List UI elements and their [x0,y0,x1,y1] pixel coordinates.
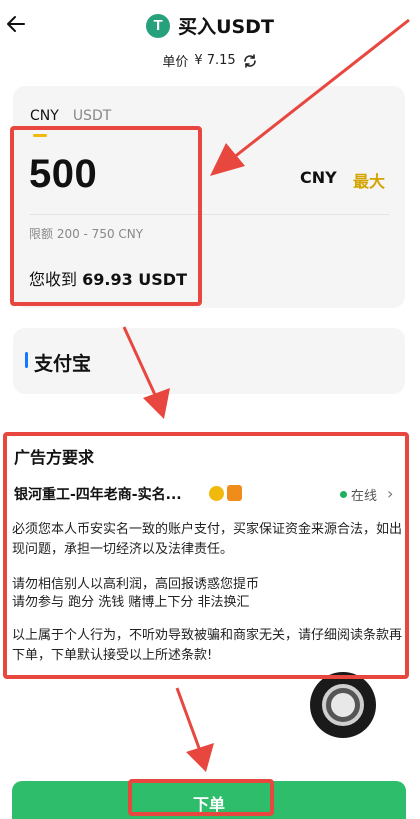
price-row: 单价 ¥ 7.15 [0,51,420,70]
page-title: 买入USDT [178,16,274,38]
highlight-box-order [128,779,274,816]
highlight-box-amount [10,126,202,306]
amount-unit: CNY [300,168,337,187]
currency-tabs: CNY USDT [30,108,111,124]
max-button[interactable]: 最大 [353,168,385,192]
price-label: 单价 [162,55,189,70]
title-wrap: T 买入USDT [0,12,420,39]
tab-cny[interactable]: CNY [30,108,59,124]
floating-assistive-button[interactable] [310,672,376,738]
header: T 买入USDT [0,0,420,50]
highlight-box-requirements [3,432,409,679]
payment-indicator [25,352,28,368]
tab-usdt[interactable]: USDT [73,108,111,124]
arrow-to-order [175,687,214,772]
core-icon [331,693,355,717]
price-value: ¥ 7.15 [194,53,236,68]
tether-icon: T [146,13,171,38]
refresh-icon[interactable] [242,53,258,69]
payment-method-card[interactable]: 支付宝 [13,328,405,394]
payment-method-label: 支付宝 [34,353,92,375]
